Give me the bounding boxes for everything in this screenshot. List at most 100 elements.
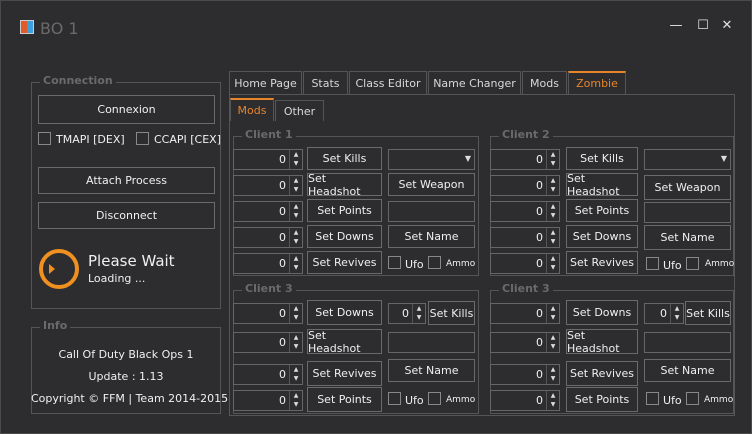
spin-down-icon[interactable]: ▼ <box>290 211 302 220</box>
spin-buttons[interactable]: ▲ ▼ <box>289 254 302 273</box>
c2-revives-input[interactable]: 0 ▲ ▼ <box>490 253 560 274</box>
spin-up-icon[interactable]: ▲ <box>547 254 559 263</box>
c1-points-input[interactable]: 0 ▲ ▼ <box>233 201 303 222</box>
c4-set-kills-button[interactable]: Set Kills <box>685 301 731 325</box>
c1-name-input[interactable] <box>388 201 475 222</box>
spin-down-icon[interactable]: ▼ <box>547 342 559 351</box>
c4-name-input[interactable] <box>644 332 731 353</box>
spin-buttons[interactable]: ▲ ▼ <box>412 304 425 323</box>
spin-down-icon[interactable]: ▼ <box>547 237 559 246</box>
c3-set-points-button[interactable]: Set Points <box>307 387 382 412</box>
c4-revives-input[interactable]: 0 ▲ ▼ <box>490 364 560 385</box>
spin-buttons[interactable]: ▲ ▼ <box>289 365 302 384</box>
spin-buttons[interactable]: ▲ ▼ <box>289 176 302 195</box>
spin-up-icon[interactable]: ▲ <box>290 391 302 400</box>
spin-buttons[interactable]: ▲ ▼ <box>289 150 302 169</box>
spin-buttons[interactable]: ▲ ▼ <box>289 391 302 410</box>
disconnect-button[interactable]: Disconnect <box>38 202 215 229</box>
c2-weapon-select[interactable]: ▼ <box>644 149 731 170</box>
c3-name-input[interactable] <box>388 332 475 353</box>
c1-set-downs-button[interactable]: Set Downs <box>307 225 382 248</box>
c2-downs-input[interactable]: 0 ▲ ▼ <box>490 227 560 248</box>
c4-ufo-checkbox[interactable] <box>646 392 659 405</box>
c3-set-headshot-button[interactable]: Set Headshot <box>307 329 382 355</box>
spin-down-icon[interactable]: ▼ <box>290 185 302 194</box>
spin-down-icon[interactable]: ▼ <box>547 263 559 272</box>
c4-kills-input[interactable]: 0 ▲ ▼ <box>644 303 684 324</box>
spin-down-icon[interactable]: ▼ <box>290 400 302 409</box>
spin-down-icon[interactable]: ▼ <box>547 159 559 168</box>
spin-down-icon[interactable]: ▼ <box>413 313 425 322</box>
subtab-mods[interactable]: Mods <box>230 98 274 121</box>
c2-headshot-input[interactable]: 0 ▲ ▼ <box>490 175 560 196</box>
spin-up-icon[interactable]: ▲ <box>290 202 302 211</box>
spin-up-icon[interactable]: ▲ <box>547 304 559 313</box>
spin-buttons[interactable]: ▲ ▼ <box>546 365 559 384</box>
c3-set-name-button[interactable]: Set Name <box>388 359 475 382</box>
spin-down-icon[interactable]: ▼ <box>547 400 559 409</box>
spin-up-icon[interactable]: ▲ <box>547 391 559 400</box>
spin-down-icon[interactable]: ▼ <box>290 313 302 322</box>
c1-revives-input[interactable]: 0 ▲ ▼ <box>233 253 303 274</box>
ccapi-checkbox[interactable] <box>136 132 149 145</box>
c1-ufo-checkbox[interactable] <box>388 256 401 269</box>
maximize-button[interactable]: ☐ <box>695 19 711 33</box>
c2-name-input[interactable] <box>644 202 731 223</box>
c3-revives-input[interactable]: 0 ▲ ▼ <box>233 364 303 385</box>
c1-downs-input[interactable]: 0 ▲ ▼ <box>233 227 303 248</box>
tab-home-page[interactable]: Home Page <box>229 71 302 94</box>
spin-down-icon[interactable]: ▼ <box>547 211 559 220</box>
spin-buttons[interactable]: ▲ ▼ <box>289 333 302 352</box>
spin-buttons[interactable]: ▲ ▼ <box>546 176 559 195</box>
c3-set-revives-button[interactable]: Set Revives <box>307 361 382 386</box>
c2-points-input[interactable]: 0 ▲ ▼ <box>490 201 560 222</box>
spin-down-icon[interactable]: ▼ <box>547 313 559 322</box>
minimize-button[interactable]: — <box>668 19 684 33</box>
spin-buttons[interactable]: ▲ ▼ <box>546 254 559 273</box>
spin-down-icon[interactable]: ▼ <box>290 237 302 246</box>
spin-down-icon[interactable]: ▼ <box>290 263 302 272</box>
spin-up-icon[interactable]: ▲ <box>547 150 559 159</box>
connect-button[interactable]: Connexion <box>38 95 215 124</box>
c2-set-points-button[interactable]: Set Points <box>566 199 638 222</box>
spin-up-icon[interactable]: ▲ <box>547 176 559 185</box>
spin-up-icon[interactable]: ▲ <box>290 176 302 185</box>
c4-set-points-button[interactable]: Set Points <box>566 387 638 412</box>
tmapi-checkbox[interactable] <box>38 132 51 145</box>
spin-buttons[interactable]: ▲ ▼ <box>289 304 302 323</box>
c1-set-headshot-button[interactable]: Set Headshot <box>307 172 382 198</box>
c1-set-weapon-button[interactable]: Set Weapon <box>388 173 475 196</box>
c3-set-downs-button[interactable]: Set Downs <box>307 300 382 325</box>
c3-headshot-input[interactable]: 0 ▲ ▼ <box>233 332 303 353</box>
c3-downs-input[interactable]: 0 ▲ ▼ <box>233 303 303 324</box>
spin-down-icon[interactable]: ▼ <box>671 313 683 322</box>
c4-set-name-button[interactable]: Set Name <box>644 359 731 382</box>
c2-set-revives-button[interactable]: Set Revives <box>566 251 638 274</box>
c2-set-kills-button[interactable]: Set Kills <box>566 147 638 170</box>
spin-up-icon[interactable]: ▲ <box>290 304 302 313</box>
c4-headshot-input[interactable]: 0 ▲ ▼ <box>490 332 560 353</box>
spin-buttons[interactable]: ▲ ▼ <box>546 304 559 323</box>
c2-kills-input[interactable]: 0 ▲ ▼ <box>490 149 560 170</box>
spin-up-icon[interactable]: ▲ <box>290 365 302 374</box>
spin-up-icon[interactable]: ▲ <box>290 254 302 263</box>
c3-kills-input[interactable]: 0 ▲ ▼ <box>388 303 426 324</box>
spin-down-icon[interactable]: ▼ <box>290 159 302 168</box>
c1-weapon-select[interactable]: ▼ <box>388 149 475 170</box>
spin-up-icon[interactable]: ▲ <box>413 304 425 313</box>
c1-headshot-input[interactable]: 0 ▲ ▼ <box>233 175 303 196</box>
c2-set-downs-button[interactable]: Set Downs <box>566 225 638 248</box>
tab-name-changer[interactable]: Name Changer <box>428 71 521 94</box>
c2-set-weapon-button[interactable]: Set Weapon <box>644 175 731 200</box>
c4-set-revives-button[interactable]: Set Revives <box>566 361 638 386</box>
spin-down-icon[interactable]: ▼ <box>547 374 559 383</box>
c3-points-input[interactable]: 0 ▲ ▼ <box>233 390 303 411</box>
spin-up-icon[interactable]: ▲ <box>547 365 559 374</box>
spin-up-icon[interactable]: ▲ <box>547 202 559 211</box>
subtab-other[interactable]: Other <box>275 100 324 121</box>
tab-zombie[interactable]: Zombie <box>568 71 626 94</box>
spin-up-icon[interactable]: ▲ <box>290 150 302 159</box>
c4-ammo-checkbox[interactable] <box>686 392 699 405</box>
spin-down-icon[interactable]: ▼ <box>290 342 302 351</box>
c2-ammo-checkbox[interactable] <box>686 257 699 270</box>
